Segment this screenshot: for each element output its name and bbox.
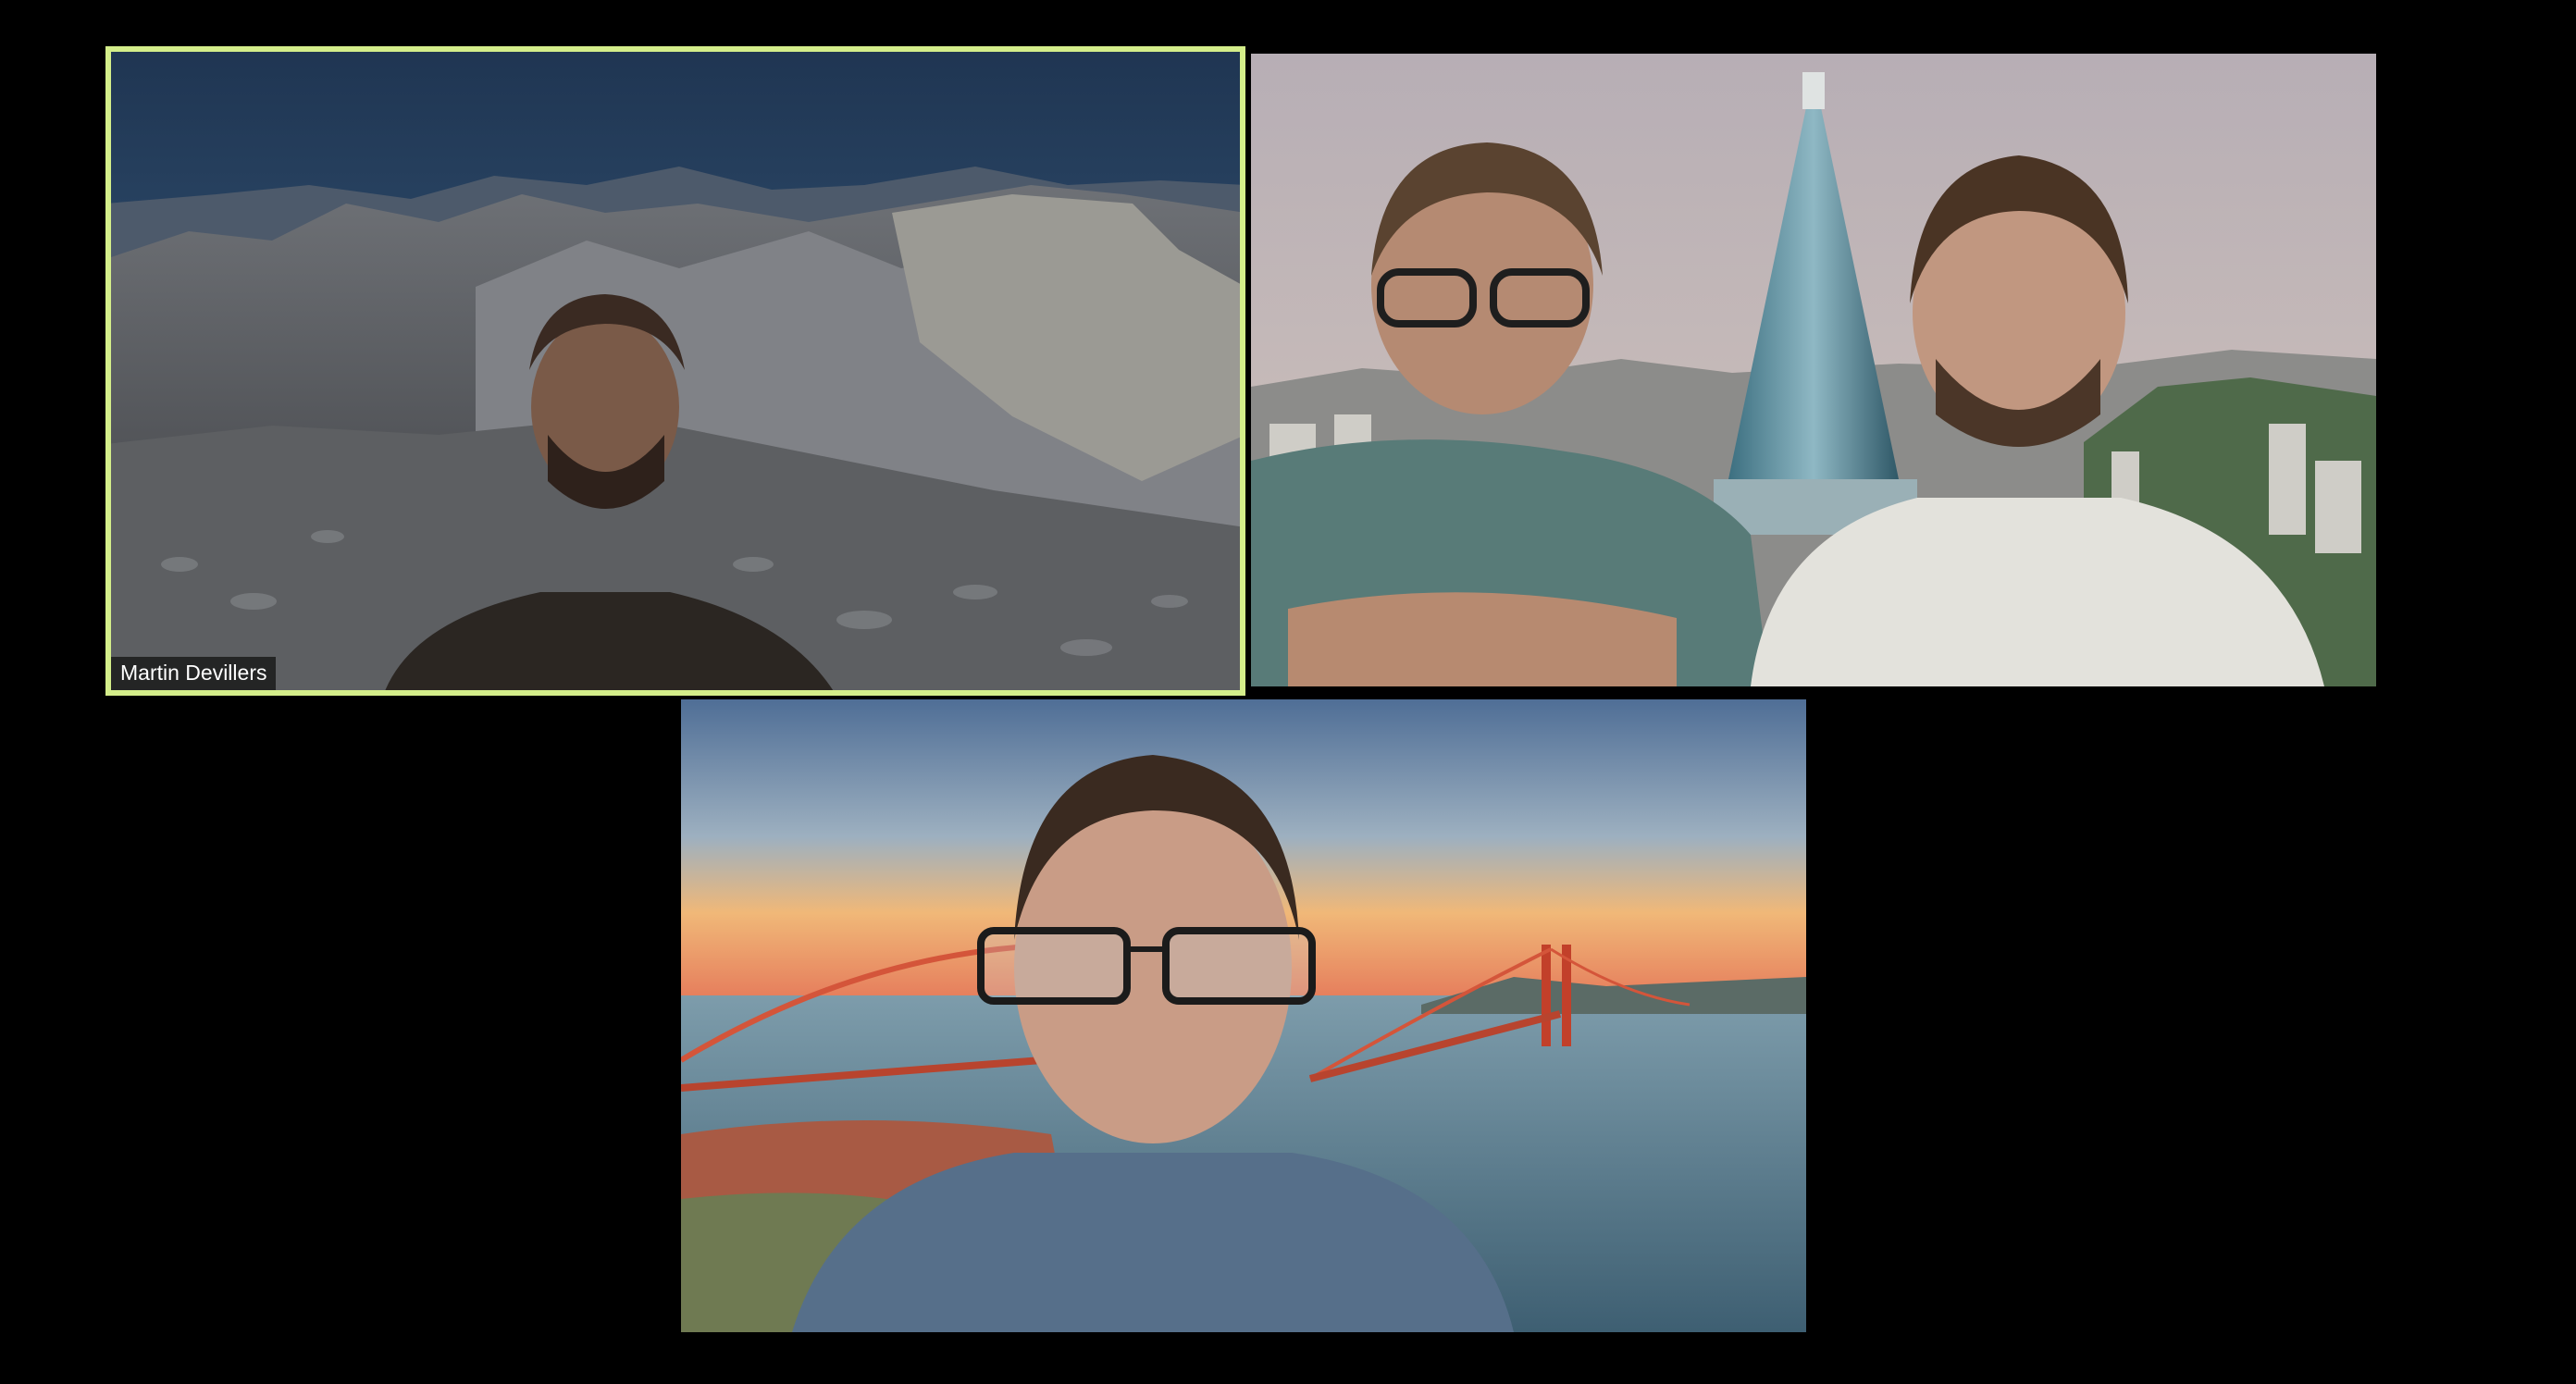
city-skyline-background bbox=[1251, 54, 2376, 686]
video-gallery: Martin Devillers bbox=[0, 0, 2576, 1384]
participant-name-label: Martin Devillers bbox=[111, 657, 277, 690]
mountain-background bbox=[105, 46, 1245, 696]
golden-gate-background bbox=[681, 699, 1806, 1332]
participant-video-tile[interactable] bbox=[681, 699, 1806, 1332]
participant-video-tile[interactable] bbox=[1251, 54, 2376, 686]
participant-video-tile[interactable]: Martin Devillers bbox=[105, 46, 1245, 696]
